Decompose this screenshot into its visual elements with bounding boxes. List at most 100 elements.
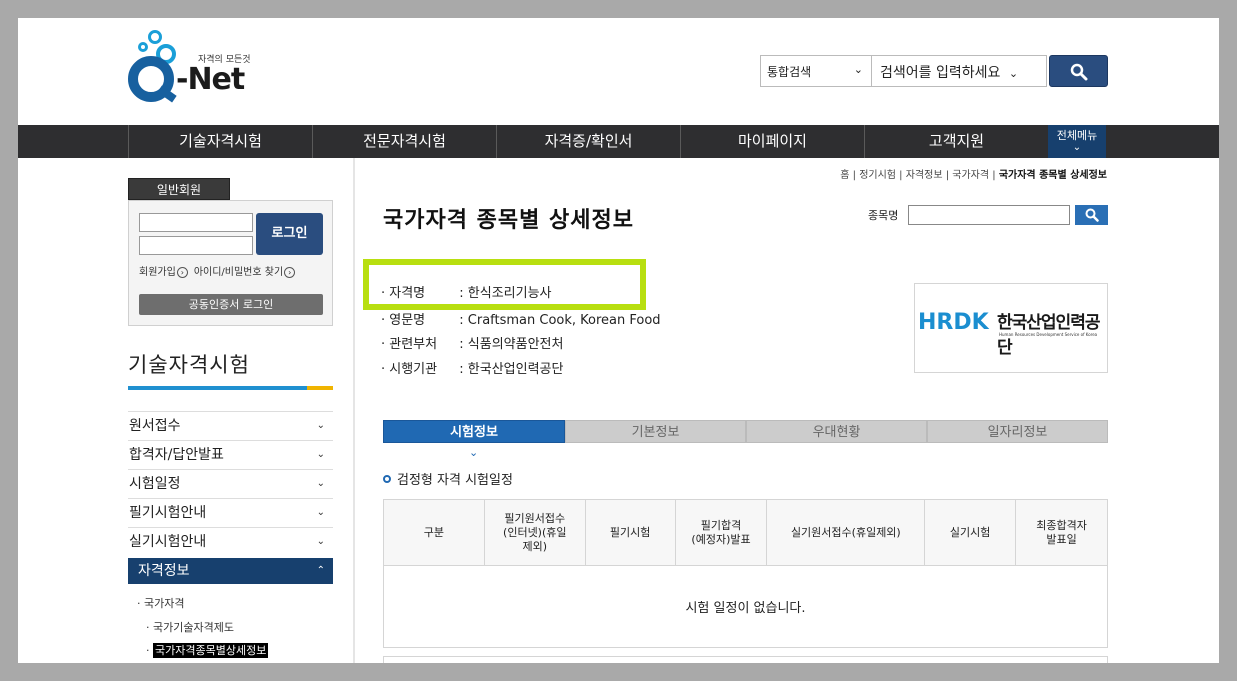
breadcrumb-current: 국가자격 종목별 상세정보 — [998, 170, 1107, 181]
signup-link[interactable]: 회원가입 — [139, 267, 176, 278]
sub-item-tech-system[interactable]: · 국가기술자격제도 — [146, 619, 234, 635]
table-header: 필기합격 (예정자)발표 — [674, 499, 768, 566]
logo-brand: -Net — [176, 62, 245, 97]
cert-login-button[interactable]: 공동인증서 로그인 — [139, 294, 323, 315]
search-scope-value: 통합검색 — [767, 65, 812, 79]
sidebar-item-application[interactable]: 원서접수 ⌄ — [128, 411, 333, 440]
info-label: 관련부처 — [389, 337, 438, 352]
sidebar-item-label: 시험일정 — [129, 476, 181, 492]
item-search-button[interactable] — [1075, 205, 1108, 225]
logo-bubble-icon — [148, 30, 162, 44]
logo-bubble-icon — [138, 42, 148, 52]
org-english-name: Human Resources Development Service of K… — [999, 332, 1098, 337]
table-header: 구분 — [383, 499, 485, 566]
sub-item-label: 국가기술자격제도 — [153, 621, 234, 634]
sidebar-item-qualification-info[interactable]: 자격정보 ⌃ — [128, 558, 333, 584]
info-label: 자격명 — [389, 286, 426, 301]
chevron-down-icon: ⌄ — [316, 507, 325, 518]
section-title-text: 검정형 자격 시험일정 — [397, 473, 513, 488]
chevron-down-icon: ⌄ — [316, 420, 325, 431]
item-search-input[interactable] — [908, 205, 1070, 225]
nav-item-pro-exam[interactable]: 전문자격시험 — [312, 125, 496, 158]
arrow-right-icon: › — [176, 266, 188, 278]
info-value: : 식품의약품안전처 — [459, 337, 564, 352]
sidebar-item-written-guide[interactable]: 필기시험안내 ⌄ — [128, 498, 333, 527]
chevron-down-icon: ⌄ — [853, 63, 863, 76]
tab-basic-info[interactable]: 기본정보 — [565, 420, 746, 443]
all-menu-label: 전체메뉴 — [1056, 129, 1098, 142]
login-button[interactable]: 로그인 — [256, 213, 323, 255]
info-organization: · 시행기관: 한국산업인력공단 — [381, 358, 563, 377]
search-scope-select[interactable]: 통합검색 ⌄ — [760, 55, 872, 87]
breadcrumb: 홈 | 정기시험 | 자격정보 | 국가자격 | 국가자격 종목별 상세정보 — [840, 170, 1107, 181]
sub-item-label: 국가자격종목별상세정보 — [153, 643, 269, 658]
qnet-logo[interactable]: 자격의 모든것 -Net — [128, 28, 258, 108]
sidebar-item-results[interactable]: 합격자/답안발표 ⌄ — [128, 440, 333, 469]
sidebar-item-label: 합격자/답안발표 — [129, 447, 224, 463]
nav-item-mypage[interactable]: 마이페이지 — [680, 125, 864, 158]
find-account-link[interactable]: 아이디/비밀번호 찾기 — [194, 267, 283, 278]
sub-item-national[interactable]: · 국가자격 — [137, 595, 184, 611]
tab-preference[interactable]: 우대현황 — [746, 420, 927, 443]
search-input[interactable]: 검색어를 입력하세요 ⌄ — [872, 55, 1047, 87]
search-placeholder: 검색어를 입력하세요 — [880, 65, 1001, 81]
sub-item-detail-info[interactable]: · 국가자격종목별상세정보 — [146, 642, 269, 658]
table-header: 필기시험 — [584, 499, 676, 566]
table-header: 최종합격자 발표일 — [1015, 499, 1108, 566]
id-field[interactable] — [139, 213, 253, 232]
search-icon — [1070, 63, 1088, 81]
nav-item-tech-exam[interactable]: 기술자격시험 — [128, 125, 312, 158]
breadcrumb-item[interactable]: 자격정보 — [906, 170, 943, 181]
all-menu-button[interactable]: 전체메뉴 ⌄ — [1048, 125, 1106, 158]
empty-message: 시험 일정이 없습니다. — [383, 565, 1108, 648]
table-row: 시험 일정이 없습니다. — [383, 565, 1108, 648]
section-title: 검정형 자격 시험일정 — [383, 469, 513, 488]
breadcrumb-item[interactable]: 정기시험 — [859, 170, 896, 181]
tab-exam-info[interactable]: 시험정보 — [383, 420, 565, 443]
search-icon — [1085, 208, 1099, 222]
hrdk-mark: HRDK — [918, 310, 989, 335]
sidebar-title: 기술자격시험 — [128, 353, 250, 377]
sub-item-label: 국가자격 — [144, 597, 185, 610]
info-value: : 한식조리기능사 — [459, 286, 552, 301]
member-tab[interactable]: 일반회원 — [128, 178, 230, 200]
sidebar-item-label: 자격정보 — [138, 563, 190, 579]
page-title: 국가자격 종목별 상세정보 — [383, 208, 634, 233]
nav-item-certificate[interactable]: 자격증/확인서 — [496, 125, 680, 158]
table-header: 실기시험 — [924, 499, 1017, 566]
chevron-up-icon: ⌃ — [316, 565, 325, 576]
sidebar-item-practical-guide[interactable]: 실기시험안내 ⌄ — [128, 527, 333, 556]
login-box: 로그인 회원가입 › 아이디/비밀번호 찾기 › 공동인증서 로그인 — [128, 200, 333, 326]
nav-item-support[interactable]: 고객지원 — [864, 125, 1048, 158]
table-header: 필기원서접수 (인터넷)(휴일 제외) — [483, 499, 586, 566]
browser-page: 자격의 모든것 -Net 통합검색 ⌄ 검색어를 입력하세요 ⌄ 기술자격시험 … — [18, 18, 1219, 663]
main-nav: 기술자격시험 전문자격시험 자격증/확인서 마이페이지 고객지원 전체메뉴 ⌄ — [18, 125, 1219, 158]
arrow-right-icon: › — [284, 266, 296, 278]
info-label: 시행기관 — [389, 362, 438, 377]
info-department: · 관련부처: 식품의약품안전처 — [381, 333, 563, 352]
circle-bullet-icon — [383, 475, 391, 483]
sidebar-item-label: 필기시험안내 — [129, 505, 207, 521]
password-field[interactable] — [139, 236, 253, 255]
breadcrumb-home[interactable]: 홈 — [840, 170, 849, 181]
next-table-edge — [383, 656, 1108, 663]
info-value: : Craftsman Cook, Korean Food — [459, 313, 661, 328]
chevron-down-icon: ⌄ — [316, 478, 325, 489]
chevron-down-icon: ⌄ — [316, 449, 325, 460]
chevron-down-icon: ⌄ — [1072, 142, 1082, 153]
table-header: 실기원서접수(휴일제외) — [766, 499, 926, 566]
schedule-table: 구분 필기원서접수 (인터넷)(휴일 제외) 필기시험 필기합격 (예정자)발표 실기… — [383, 499, 1108, 648]
chevron-down-icon: ⌄ — [469, 446, 479, 459]
info-tabs: 시험정보 기본정보 우대현황 일자리정보 — [383, 420, 1108, 443]
sidebar-item-label: 원서접수 — [129, 418, 181, 434]
sidebar-divider — [353, 158, 355, 663]
sidebar-item-schedule[interactable]: 시험일정 ⌄ — [128, 469, 333, 498]
tab-jobs[interactable]: 일자리정보 — [927, 420, 1108, 443]
info-qualification-name: · 자격명: 한식조리기능사 — [381, 282, 552, 301]
breadcrumb-item[interactable]: 국가자격 — [952, 170, 989, 181]
login-links: 회원가입 › 아이디/비밀번호 찾기 › — [139, 263, 301, 278]
item-search-label: 종목명 — [868, 209, 899, 222]
sidebar-item-label: 실기시험안내 — [129, 534, 207, 550]
chevron-down-icon: ⌄ — [316, 536, 325, 547]
search-button[interactable] — [1049, 55, 1108, 87]
